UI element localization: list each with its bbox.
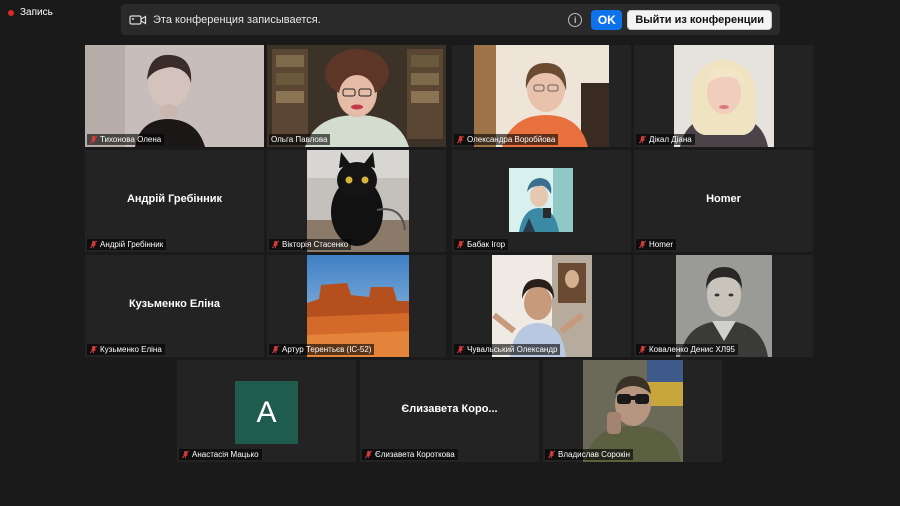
participant-name-label: Бабак Ігор: [454, 239, 509, 250]
participant-tile[interactable]: Кузьменко Еліна Кузьменко Еліна: [85, 255, 264, 357]
participant-display-name: Єлизавета Коро...: [401, 403, 498, 415]
participant-display-name: Андрій Гребінник: [126, 193, 223, 205]
participant-name-label: Владислав Сорокін: [545, 449, 633, 460]
participant-tile[interactable]: Homer Homer: [634, 150, 813, 252]
mic-muted-icon: [456, 345, 465, 354]
participant-tile[interactable]: Бабак Ігор: [452, 150, 631, 252]
participant-video: [267, 45, 446, 147]
participant-tile[interactable]: Єлизавета Коро... Єлизавета Короткова: [360, 360, 539, 462]
participant-avatar: A: [235, 381, 298, 444]
recording-banner: Эта конференция записывается. i OK Выйти…: [121, 4, 780, 35]
record-dot-icon: [8, 9, 14, 16]
leave-meeting-button[interactable]: Выйти из конференции: [627, 9, 772, 30]
participant-tile[interactable]: Олександра Воробйова: [452, 45, 631, 147]
participant-name-label: Артур Терентьєв (IC-52): [269, 344, 375, 355]
participant-display-name: Homer: [706, 193, 741, 205]
participant-tile[interactable]: Вікторія Стасенко: [267, 150, 446, 252]
participant-video: [676, 255, 772, 357]
participant-video: [583, 360, 683, 462]
participant-name-label: Вікторія Стасенко: [269, 239, 352, 250]
participant-avatar-image: [509, 168, 573, 232]
mic-muted-icon: [271, 240, 280, 249]
participant-video: [85, 45, 264, 147]
participant-video: [474, 45, 609, 147]
participant-name-label: Ольга Павлова: [269, 134, 331, 145]
participant-video: [307, 255, 409, 357]
mic-muted-icon: [181, 450, 190, 459]
participant-name-label: Анастасія Мацько: [179, 449, 262, 460]
mic-muted-icon: [638, 345, 647, 354]
participant-tile[interactable]: Коваленко Денис ХЛ95: [634, 255, 813, 357]
mic-muted-icon: [456, 135, 465, 144]
participant-tile[interactable]: Дікал Діана: [634, 45, 813, 147]
banner-text: Эта конференция записывается.: [153, 13, 321, 26]
mic-muted-icon: [638, 240, 647, 249]
participant-name-label: Чувальський Олександр: [454, 344, 561, 355]
mic-muted-icon: [364, 450, 373, 459]
ok-button[interactable]: OK: [591, 9, 623, 30]
participant-video: [307, 150, 409, 252]
mic-muted-icon: [547, 450, 556, 459]
participant-name-label: Дікал Діана: [636, 134, 695, 145]
participant-tile[interactable]: Чувальський Олександр: [452, 255, 631, 357]
recording-label: Запись: [20, 7, 53, 18]
participant-name-label: Єлизавета Короткова: [362, 449, 458, 460]
participant-tile[interactable]: Владислав Сорокін: [543, 360, 722, 462]
participant-name-label: Homer: [636, 239, 677, 250]
participant-tile[interactable]: Тихонова Олена: [85, 45, 264, 147]
mic-muted-icon: [271, 345, 280, 354]
info-icon[interactable]: i: [568, 12, 583, 27]
recording-indicator: Запись: [8, 7, 53, 18]
participant-name-label: Тихонова Олена: [87, 134, 165, 145]
mic-muted-icon: [89, 345, 98, 354]
mic-muted-icon: [638, 135, 647, 144]
mic-muted-icon: [89, 240, 98, 249]
participant-video: [492, 255, 592, 357]
participant-tile-active-speaker[interactable]: Ольга Павлова: [267, 45, 446, 147]
participant-name-label: Олександра Воробйова: [454, 134, 559, 145]
participant-name-label: Андрій Гребінник: [87, 239, 167, 250]
participant-tile[interactable]: A Анастасія Мацько: [177, 360, 356, 462]
participant-display-name: Кузьменко Еліна: [128, 298, 221, 310]
recording-camera-icon: [129, 14, 147, 25]
participant-name-label: Коваленко Денис ХЛ95: [636, 344, 738, 355]
mic-muted-icon: [89, 135, 98, 144]
participant-tile[interactable]: Артур Терентьєв (IC-52): [267, 255, 446, 357]
participant-name-label: Кузьменко Еліна: [87, 344, 165, 355]
mic-muted-icon: [456, 240, 465, 249]
participant-tile[interactable]: Андрій Гребінник Андрій Гребінник: [85, 150, 264, 252]
participant-video: [674, 45, 774, 147]
